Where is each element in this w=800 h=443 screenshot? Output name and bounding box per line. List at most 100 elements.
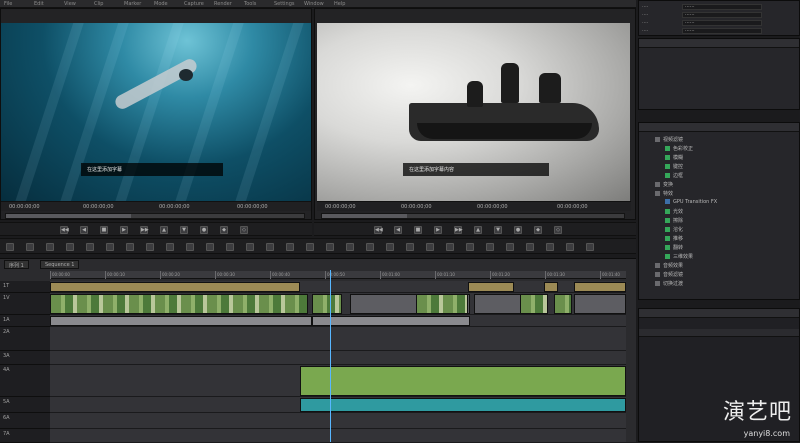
effects-tree-item[interactable]: 视频滤镜 [655, 136, 683, 143]
timeline-tool-button[interactable] [26, 243, 34, 251]
menu-item[interactable]: Capture [184, 1, 204, 7]
track-header[interactable]: 2A [0, 327, 50, 351]
track-lane[interactable] [50, 365, 626, 397]
effects-tree-item[interactable]: 键控 [665, 163, 683, 170]
effects-tree-item[interactable]: 边框 [665, 172, 683, 179]
menu-item[interactable]: Marker [124, 1, 141, 7]
timeline-tool-button[interactable] [506, 243, 514, 251]
transport-button[interactable]: ● [200, 226, 208, 234]
transport-button[interactable]: ◀ [80, 226, 88, 234]
effects-tree-item[interactable]: 特效 [655, 190, 673, 197]
track-header[interactable]: 1V [0, 293, 50, 315]
timeline-tool-button[interactable] [166, 243, 174, 251]
timeline-tool-button[interactable] [406, 243, 414, 251]
timeline-tool-button[interactable] [366, 243, 374, 251]
track-header[interactable]: 5A [0, 397, 50, 413]
effects-tree-item[interactable]: 色彩校正 [665, 145, 693, 152]
timeline-tool-button[interactable] [246, 243, 254, 251]
timeline-tool-button[interactable] [466, 243, 474, 251]
audio-clip[interactable] [300, 366, 626, 396]
source-video-frame[interactable]: 在这里添加字幕 [1, 23, 311, 201]
menu-item[interactable]: Tools [244, 1, 256, 7]
timeline-tool-button[interactable] [346, 243, 354, 251]
transport-button[interactable]: ▶ [120, 226, 128, 234]
track-lane[interactable] [50, 429, 626, 443]
effects-tree-item[interactable]: 翻转 [665, 244, 683, 251]
video-clip[interactable] [312, 294, 342, 314]
timeline-tool-button[interactable] [126, 243, 134, 251]
timeline-tool-button[interactable] [206, 243, 214, 251]
track-lane[interactable] [50, 281, 626, 293]
timeline-tool-button[interactable] [426, 243, 434, 251]
transport-button[interactable]: ◀ [394, 226, 402, 234]
timeline-tool-button[interactable] [6, 243, 14, 251]
timeline-tool-button[interactable] [306, 243, 314, 251]
source-scrub-bar[interactable] [5, 213, 305, 219]
track-header[interactable]: 6A [0, 413, 50, 429]
menu-item[interactable]: Render [214, 1, 232, 7]
transport-button[interactable]: ▲ [160, 226, 168, 234]
timeline-tool-button[interactable] [86, 243, 94, 251]
timeline-tool-button[interactable] [186, 243, 194, 251]
timeline-tool-button[interactable] [286, 243, 294, 251]
timeline-tool-button[interactable] [486, 243, 494, 251]
track-header[interactable]: 7A [0, 429, 50, 443]
track-lane[interactable] [50, 397, 626, 413]
effects-tree-item[interactable]: GPU Transition FX [665, 199, 717, 206]
title-clip[interactable] [574, 282, 626, 292]
transport-button[interactable]: ● [514, 226, 522, 234]
transport-button[interactable]: ◆ [534, 226, 542, 234]
video-clip[interactable] [50, 316, 312, 326]
track-header[interactable]: 4A [0, 365, 50, 397]
audio-clip[interactable] [300, 398, 626, 412]
title-clip[interactable] [50, 282, 300, 292]
track-header[interactable]: 3A [0, 351, 50, 365]
menu-item[interactable]: Window [304, 1, 324, 7]
property-value[interactable]: ······ [682, 12, 762, 18]
effects-tree-item[interactable]: 音频效果 [655, 262, 683, 269]
record-video-frame[interactable]: 在这里添加字幕内容 [317, 23, 630, 201]
menu-item[interactable]: Edit [34, 1, 44, 7]
transport-button[interactable]: ■ [414, 226, 422, 234]
record-scrub-bar[interactable] [321, 213, 625, 219]
transport-button[interactable]: ▶▶ [454, 226, 463, 234]
timeline-tool-button[interactable] [66, 243, 74, 251]
menu-item[interactable]: View [64, 1, 76, 7]
timeline-tool-button[interactable] [46, 243, 54, 251]
video-clip[interactable] [554, 294, 572, 314]
track-lane[interactable] [50, 315, 626, 327]
track-lane[interactable] [50, 293, 626, 315]
transport-button[interactable]: ▼ [494, 226, 502, 234]
property-value[interactable]: ······ [682, 28, 762, 34]
video-clip[interactable] [574, 294, 626, 314]
transport-button[interactable]: ◆ [220, 226, 228, 234]
transport-button[interactable]: ◇ [554, 226, 562, 234]
menu-item[interactable]: File [4, 1, 12, 7]
menu-item[interactable]: Clip [94, 1, 103, 7]
video-clip[interactable] [520, 294, 548, 314]
video-clip[interactable] [50, 294, 308, 314]
effects-tree-item[interactable]: 切换过渡 [655, 280, 683, 287]
transport-button[interactable]: ▼ [180, 226, 188, 234]
effects-tree-item[interactable]: 光效 [665, 208, 683, 215]
timeline-tool-button[interactable] [526, 243, 534, 251]
effects-tree-item[interactable]: 溶化 [665, 226, 683, 233]
effects-tree-item[interactable]: 音频滤镜 [655, 271, 683, 278]
menu-item[interactable]: Help [334, 1, 345, 7]
menu-item[interactable]: Settings [274, 1, 295, 7]
video-clip[interactable] [312, 316, 470, 326]
video-clip[interactable] [416, 294, 468, 314]
timeline-tool-button[interactable] [226, 243, 234, 251]
transport-button[interactable]: ▲ [474, 226, 482, 234]
timeline-tool-button[interactable] [146, 243, 154, 251]
title-clip[interactable] [544, 282, 558, 292]
transport-button[interactable]: ■ [100, 226, 108, 234]
timeline-tool-button[interactable] [566, 243, 574, 251]
timeline-ruler[interactable]: 00:00:00 00:00:10 00:00:20 00:00:30 00:00:40… [50, 271, 626, 279]
track-header[interactable]: 1T [0, 281, 50, 293]
title-clip[interactable] [468, 282, 514, 292]
menu-item[interactable]: Mode [154, 1, 168, 7]
timeline-tool-button[interactable] [106, 243, 114, 251]
timeline-tab-sequence[interactable]: 序列 1 [4, 260, 29, 269]
track-lane[interactable] [50, 327, 626, 351]
